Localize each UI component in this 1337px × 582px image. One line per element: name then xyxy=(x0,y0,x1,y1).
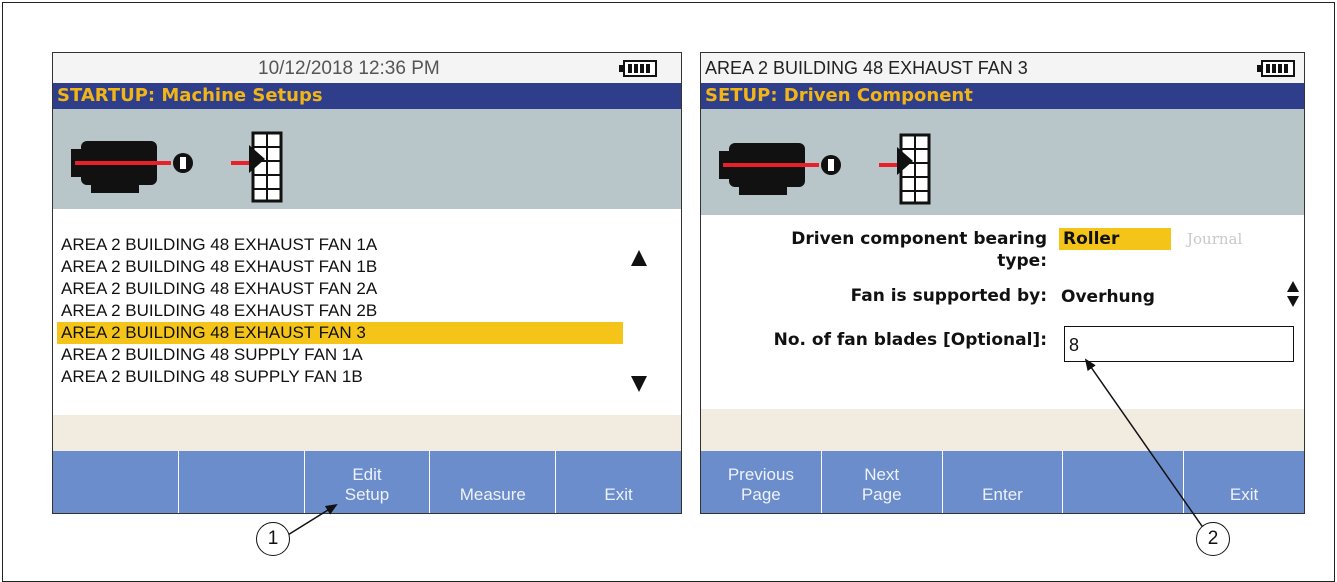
softkey-2[interactable] xyxy=(179,451,305,513)
list-item[interactable]: AREA 2 BUILDING 48 EXHAUST FAN 1A xyxy=(61,234,377,256)
exit-button[interactable]: Exit xyxy=(1184,451,1304,513)
next-page-button[interactable]: Next Page xyxy=(822,451,943,513)
form-footer-band xyxy=(701,409,1304,453)
machine-name-text: AREA 2 BUILDING 48 EXHAUST FAN 3 xyxy=(705,58,1028,78)
list-footer-band xyxy=(53,415,681,453)
exit-button[interactable]: Exit xyxy=(556,451,681,513)
datetime-text: 10/12/2018 12:36 PM xyxy=(258,58,440,79)
list-item-selected[interactable]: AREA 2 BUILDING 48 EXHAUST FAN 3 xyxy=(57,322,623,344)
machine-diagram xyxy=(701,109,1304,215)
scroll-up-icon[interactable] xyxy=(631,250,647,266)
screen-title: STARTUP: Machine Setups xyxy=(53,83,681,109)
left-device-screen: 10/12/2018 12:36 PM STARTUP: Machine Set… xyxy=(52,52,682,514)
support-spinner-icon[interactable] xyxy=(1287,281,1301,311)
edit-setup-button[interactable]: Edit Setup xyxy=(305,451,431,513)
list-item[interactable]: AREA 2 BUILDING 48 EXHAUST FAN 2B xyxy=(61,300,377,322)
machine-diagram xyxy=(53,109,681,209)
softkey-4[interactable] xyxy=(1063,451,1185,513)
status-bar: 10/12/2018 12:36 PM xyxy=(53,53,681,83)
battery-icon xyxy=(1257,60,1295,77)
previous-page-button[interactable]: Previous Page xyxy=(701,451,822,513)
measure-button[interactable]: Measure xyxy=(430,451,557,513)
callout-2: 2 xyxy=(1196,522,1230,556)
motor-fan-diagram-icon xyxy=(719,133,931,205)
softkey-bar: Previous Page Next Page Enter Exit xyxy=(701,451,1304,513)
status-bar: AREA 2 BUILDING 48 EXHAUST FAN 3 xyxy=(701,53,1304,83)
list-item[interactable]: AREA 2 BUILDING 48 SUPPLY FAN 1A xyxy=(61,344,363,366)
screen-title: SETUP: Driven Component xyxy=(701,83,1304,109)
softkey-1[interactable] xyxy=(53,451,179,513)
list-item[interactable]: AREA 2 BUILDING 48 EXHAUST FAN 2A xyxy=(61,278,377,300)
bearing-type-label: Driven component bearing type: xyxy=(791,229,1047,271)
motor-fan-diagram-icon xyxy=(71,131,283,203)
battery-icon xyxy=(619,60,657,77)
support-label: Fan is supported by: xyxy=(850,286,1047,306)
callout-1: 1 xyxy=(256,522,290,556)
enter-button[interactable]: Enter xyxy=(943,451,1064,513)
support-value[interactable]: Overhung xyxy=(1061,286,1155,308)
fan-blades-label: No. of fan blades [Optional]: xyxy=(773,330,1047,350)
fan-blades-input[interactable]: 8 xyxy=(1064,326,1294,362)
bearing-roller-option[interactable]: Roller xyxy=(1059,228,1171,250)
softkey-bar: Edit Setup Measure Exit xyxy=(53,451,681,513)
list-item[interactable]: AREA 2 BUILDING 48 SUPPLY FAN 1B xyxy=(61,366,363,388)
list-item[interactable]: AREA 2 BUILDING 48 EXHAUST FAN 1B xyxy=(61,256,377,278)
scroll-down-icon[interactable] xyxy=(631,376,647,392)
bearing-journal-option[interactable]: Journal xyxy=(1187,228,1242,250)
right-device-screen: AREA 2 BUILDING 48 EXHAUST FAN 3 SETUP: … xyxy=(700,52,1305,514)
